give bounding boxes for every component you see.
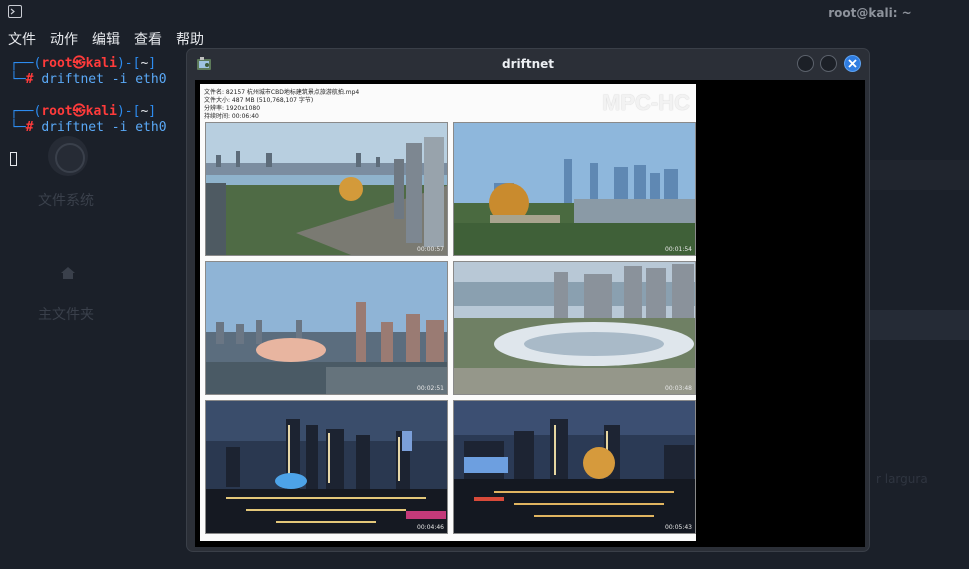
driftnet-image-canvas: 文件名: 82157 杭州城市CBD地标建筑景点旅游航拍.mp4 文件大小: 4…	[195, 80, 865, 547]
info-line: 文件大小: 487 MB (510,768,107 字节)	[204, 97, 314, 104]
desktop-icon-filesystem-label: 文件系统	[38, 193, 94, 209]
close-icon	[848, 59, 857, 68]
captured-image[interactable]: 文件名: 82157 杭州城市CBD地标建筑景点旅游航拍.mp4 文件大小: 4…	[200, 84, 696, 541]
info-line: 文件名: 82157 杭州城市CBD地标建筑景点旅游航拍.mp4	[204, 89, 360, 96]
thumbnail-timestamp: 00:03:48	[665, 385, 692, 392]
driftnet-title: driftnet	[502, 57, 554, 71]
terminal-cursor	[10, 152, 17, 166]
command-text: driftnet -i eth0	[41, 72, 167, 87]
prompt-hash: #	[25, 72, 34, 87]
video-info: 文件名: 82157 杭州城市CBD地标建筑景点旅游航拍.mp4 文件大小: 4…	[204, 89, 359, 121]
terminal-title: root@kali: ~	[828, 6, 912, 20]
terminal-titlebar: root@kali: ~	[0, 0, 969, 27]
home-folder-icon	[61, 267, 75, 279]
thumbnail-4: 00:03:48	[453, 261, 696, 395]
thumbnail-timestamp: 00:01:54	[665, 246, 692, 253]
thumbnail-1: 00:00:57	[205, 122, 448, 256]
menu-help[interactable]: 帮助	[176, 30, 204, 50]
prompt-user: root	[41, 56, 73, 71]
prompt-host: kali	[85, 104, 117, 119]
thumbnail-timestamp: 00:04:46	[417, 524, 444, 531]
shell-prompt: ┌──(root㉿kali)-[~] └─# driftnet -i eth0	[10, 56, 167, 87]
info-line: 持续时间: 00:06:40	[204, 113, 259, 120]
driftnet-titlebar[interactable]: driftnet	[187, 49, 869, 79]
prompt-user: root	[41, 104, 73, 119]
menu-edit[interactable]: 编辑	[92, 30, 120, 50]
terminal-menubar: 文件 动作 编辑 查看 帮助	[8, 30, 204, 50]
background-panel-highlight	[868, 310, 969, 340]
background-text: r largura	[876, 472, 928, 486]
terminal-output[interactable]: ┌──(root㉿kali)-[~] └─# driftnet -i eth0 …	[10, 56, 210, 166]
background-panel	[868, 160, 969, 190]
prompt-host: kali	[85, 56, 117, 71]
close-button[interactable]	[844, 55, 861, 72]
thumbnail-timestamp: 00:00:57	[417, 246, 444, 253]
thumbnail-timestamp: 00:02:51	[417, 385, 444, 392]
command-text: driftnet -i eth0	[41, 120, 167, 135]
thumbnail-3: 00:02:51	[205, 261, 448, 395]
menu-file[interactable]: 文件	[8, 30, 36, 50]
minimize-button[interactable]	[797, 55, 814, 72]
menu-view[interactable]: 查看	[134, 30, 162, 50]
desktop-icon-home-label: 主文件夹	[38, 307, 94, 323]
prompt-at: ㉿	[72, 56, 86, 71]
prompt-at: ㉿	[72, 104, 86, 119]
menu-action[interactable]: 动作	[50, 30, 78, 50]
shell-prompt: ┌──(root㉿kali)-[~] └─# driftnet -i eth0	[10, 104, 167, 135]
thumbnail-2: 00:01:54	[453, 122, 696, 256]
thumbnail-6: 00:05:43	[453, 400, 696, 534]
driftnet-window: driftnet 文件名: 82157 杭州城市CBD地标建筑景点旅游航拍.mp…	[187, 49, 869, 551]
thumbnail-timestamp: 00:05:43	[665, 524, 692, 531]
info-line: 分辨率: 1920x1080	[204, 105, 261, 112]
maximize-button[interactable]	[820, 55, 837, 72]
prompt-hash: #	[25, 120, 34, 135]
mpc-hc-logo: MPC-HC	[602, 90, 690, 115]
thumbnail-5: 00:04:46	[205, 400, 448, 534]
